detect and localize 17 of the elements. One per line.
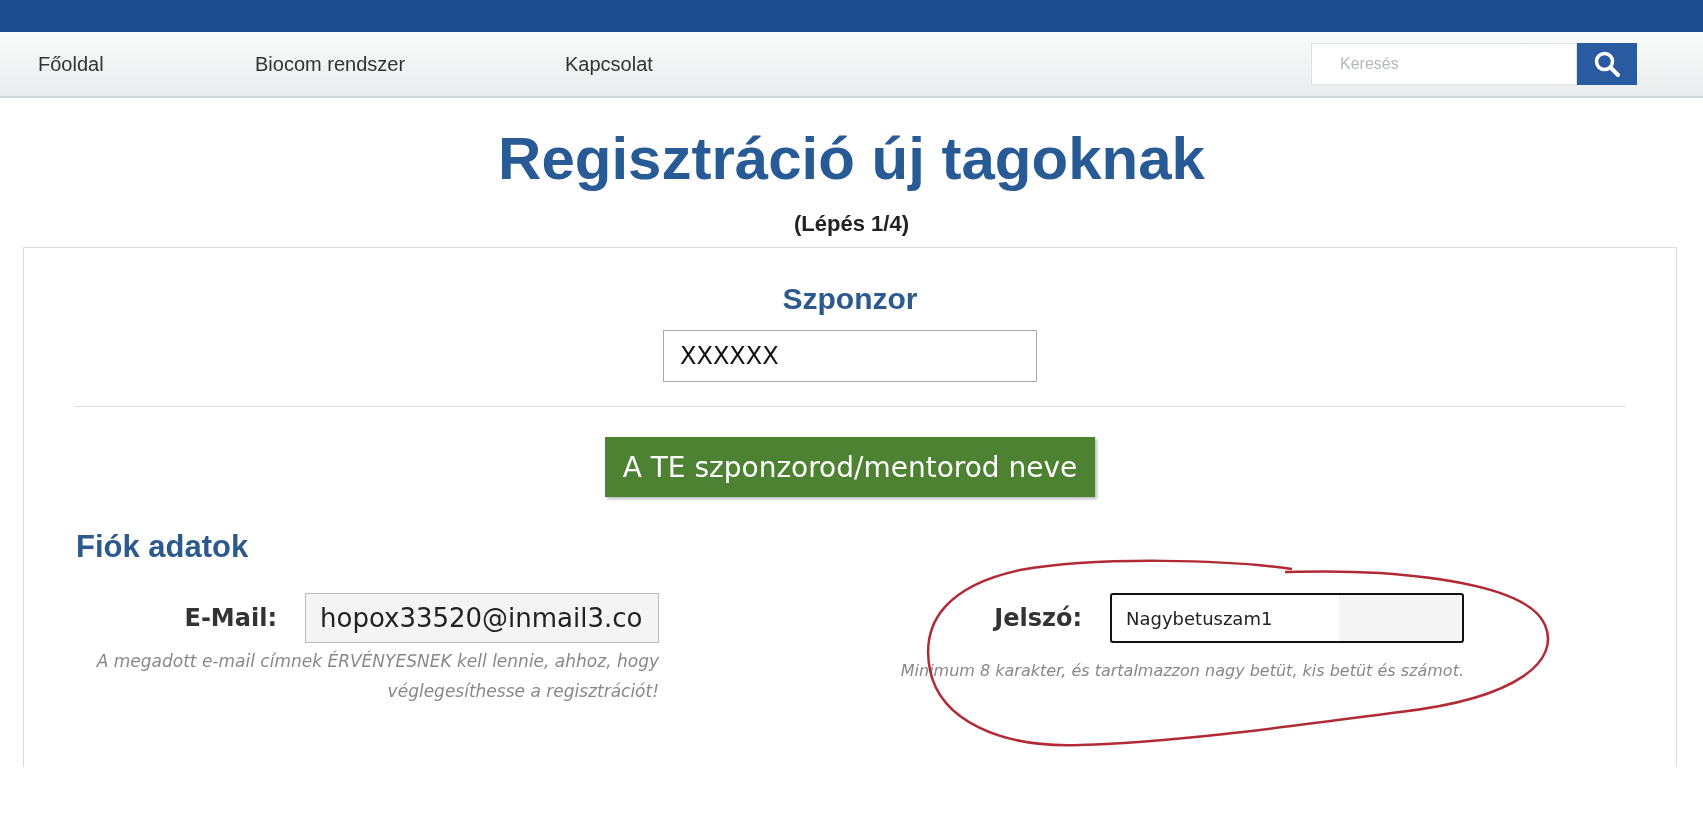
step-indicator: (Lépés 1/4) [793,211,910,237]
section-heading: Fiók adatok [76,529,250,565]
search-button[interactable] [1577,43,1637,85]
field-label: Jelszó: [994,604,1082,632]
input-field[interactable]: Nagybetuszam1 [1110,593,1464,643]
section-heading: Szponzor [782,282,918,316]
sponsor-field[interactable]: XXXXXX [663,330,1037,382]
nav-link[interactable]: Kapcsolat [565,52,653,76]
search-icon [1593,50,1621,78]
field-hint: A megadott e-mail címnek ÉRVÉNYESNEK kell lennie, ahhoz, hogy véglegesíthesse a regisztrációt! [95,649,659,703]
page-title: Regisztráció új tagoknak [497,124,1206,193]
nav-link[interactable]: Főoldal [38,52,255,76]
search-field[interactable]: Keresés [1311,43,1577,85]
field-label: E-Mail: [184,604,277,632]
input-field[interactable]: hopox33520@inmail3.co [305,593,659,643]
nav-link[interactable]: Biocom rendszer [255,52,565,76]
sponsor-name-button[interactable]: A TE szponzorod/mentorod neve [604,437,1096,497]
